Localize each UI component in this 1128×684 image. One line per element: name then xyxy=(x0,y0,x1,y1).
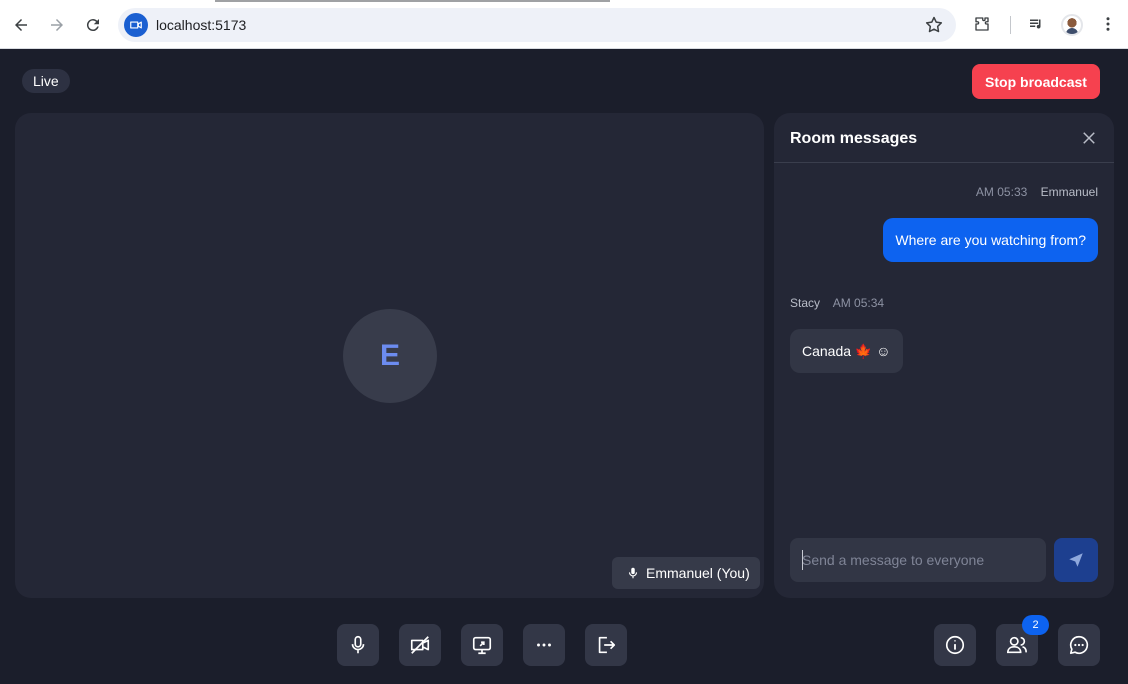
screen-share-button[interactable] xyxy=(461,624,503,666)
broadcast-app: Live Stop broadcast E Emmanuel (You) Roo… xyxy=(0,49,1128,684)
message-sender: Stacy xyxy=(790,296,821,310)
chat-header: Room messages xyxy=(774,113,1114,163)
send-button[interactable] xyxy=(1054,538,1098,582)
microphone-icon xyxy=(628,567,638,579)
microphone-icon xyxy=(351,635,365,654)
participant-name-tag: Emmanuel (You) xyxy=(612,557,760,589)
message-meta: Stacy AM 05:34 xyxy=(790,296,884,310)
toolbar-separator xyxy=(1010,16,1011,34)
participants-count-badge: 2 xyxy=(1022,615,1049,635)
browser-toolbar: localhost:5173 xyxy=(0,0,1128,49)
camera-toggle-button[interactable] xyxy=(399,624,441,666)
back-arrow-icon xyxy=(15,19,27,31)
tab-strip-indicator xyxy=(215,0,610,2)
text-caret xyxy=(802,550,803,570)
media-controls-icon xyxy=(1030,19,1041,29)
site-video-icon xyxy=(130,21,142,29)
send-icon xyxy=(1069,553,1083,567)
forward-button[interactable] xyxy=(44,12,70,38)
url-text: localhost:5173 xyxy=(156,17,247,33)
forward-arrow-icon xyxy=(51,19,63,31)
back-button[interactable] xyxy=(8,12,34,38)
camera-off-icon xyxy=(410,636,430,654)
mic-toggle-button[interactable] xyxy=(337,624,379,666)
more-vert-icon xyxy=(1106,17,1110,31)
leave-icon xyxy=(598,636,616,654)
participant-avatar: E xyxy=(343,309,437,403)
chat-toggle-button[interactable] xyxy=(1058,624,1100,666)
info-icon xyxy=(945,635,965,655)
message-meta: AM 05:33 Emmanuel xyxy=(976,185,1098,199)
message-time: AM 05:34 xyxy=(832,296,885,310)
reload-button[interactable] xyxy=(80,12,106,38)
close-icon[interactable] xyxy=(1080,129,1098,147)
browser-menu-button[interactable] xyxy=(1096,12,1120,36)
extensions-icon xyxy=(975,17,989,31)
chat-panel: Room messages AM 05:33 Emmanuel Where ar… xyxy=(774,113,1114,598)
reload-icon xyxy=(86,19,99,32)
profile-avatar[interactable] xyxy=(1061,14,1083,36)
more-options-button[interactable] xyxy=(523,624,565,666)
participant-video-tile: E Emmanuel (You) xyxy=(15,113,764,598)
chat-icon xyxy=(1069,635,1089,655)
message-sender: Emmanuel xyxy=(1040,185,1098,199)
participant-name: Emmanuel (You) xyxy=(646,565,750,581)
extensions-button[interactable] xyxy=(970,12,994,36)
message-bubble-incoming: Canada 🍁 ☺ xyxy=(790,329,903,373)
screen-share-icon xyxy=(472,636,492,655)
participants-icon xyxy=(1007,636,1027,654)
site-info-button[interactable] xyxy=(124,13,148,37)
info-button[interactable] xyxy=(934,624,976,666)
message-input[interactable] xyxy=(790,538,1046,582)
media-controls-button[interactable] xyxy=(1024,12,1048,36)
bookmark-star-icon[interactable] xyxy=(924,15,944,35)
leave-button[interactable] xyxy=(585,624,627,666)
message-time: AM 05:33 xyxy=(975,185,1028,199)
address-bar[interactable]: localhost:5173 xyxy=(118,8,956,42)
live-badge: Live xyxy=(22,69,70,93)
chat-title: Room messages xyxy=(790,130,918,147)
more-horizontal-icon xyxy=(537,643,551,647)
stop-broadcast-button[interactable]: Stop broadcast xyxy=(972,64,1100,99)
message-bubble-outgoing: Where are you watching from? xyxy=(883,218,1098,262)
